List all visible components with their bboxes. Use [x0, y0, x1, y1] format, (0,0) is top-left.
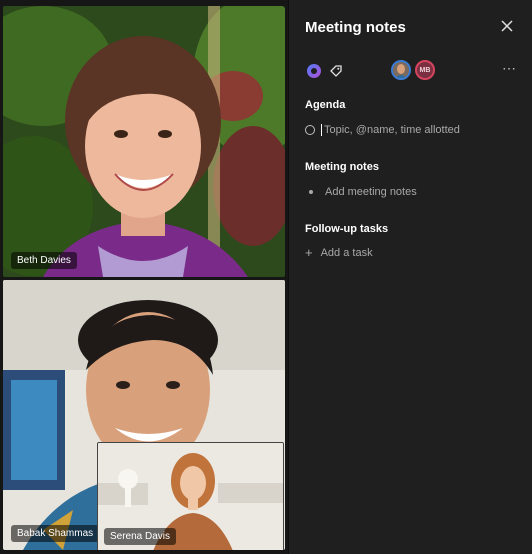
more-options-button[interactable]: ⋯	[499, 60, 519, 80]
participant-video	[3, 6, 285, 277]
notes-toolbar: MB ⋯	[303, 60, 519, 82]
radio-icon[interactable]	[305, 125, 315, 135]
video-tile-bottom[interactable]: Babak Shammas Serena Davis	[3, 280, 285, 550]
agenda-item-input[interactable]: Topic, @name, time allotted	[305, 124, 460, 136]
meeting-notes-panel: Meeting notes MB ⋯ Agenda Topic, @name, …	[288, 0, 532, 554]
more-horizontal-icon: ⋯	[502, 60, 516, 76]
agenda-heading: Agenda	[305, 99, 346, 111]
participant-name-tag: Serena Davis	[104, 528, 177, 545]
video-tile-top[interactable]: Beth Davies	[3, 6, 285, 277]
text-cursor	[321, 124, 322, 136]
plus-icon: +	[305, 245, 313, 260]
loop-icon[interactable]	[305, 62, 323, 80]
self-view-tile[interactable]: Serena Davis	[97, 442, 284, 550]
video-gallery: Beth Davies Babak Shammas Serena Davis	[0, 0, 288, 554]
meeting-notes-heading: Meeting notes	[305, 161, 379, 173]
bullet-icon	[309, 190, 313, 194]
tag-icon[interactable]	[327, 62, 345, 80]
avatar[interactable]: MB	[415, 60, 435, 80]
participant-name-tag: Babak Shammas	[11, 525, 100, 542]
meeting-notes-placeholder: Add meeting notes	[325, 186, 417, 198]
add-task-button[interactable]: + Add a task	[305, 245, 373, 260]
avatar-initials: MB	[419, 66, 431, 74]
add-task-label: Add a task	[320, 247, 373, 259]
panel-title: Meeting notes	[305, 19, 406, 36]
follow-up-tasks-heading: Follow-up tasks	[305, 223, 389, 235]
participant-name-tag: Beth Davies	[11, 252, 77, 269]
agenda-placeholder: Topic, @name, time allotted	[324, 124, 460, 136]
close-button[interactable]	[498, 17, 516, 35]
close-icon	[501, 20, 513, 32]
meeting-notes-input[interactable]: Add meeting notes	[305, 186, 417, 198]
avatar[interactable]	[391, 60, 411, 80]
